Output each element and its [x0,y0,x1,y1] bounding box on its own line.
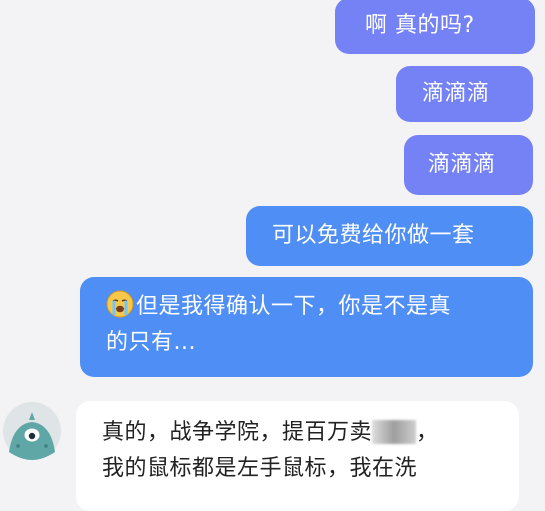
message-text: 滴滴滴 [422,81,490,106]
message-text: 的只有... [106,330,196,355]
message-text: ， [416,420,439,445]
message-bubble-outgoing[interactable]: 啊 真的吗? [335,0,535,54]
message-line: 真的，战争学院，提百万卖 ， [102,415,501,451]
message-bubble-outgoing[interactable]: 可以免费给你做一套 [246,206,533,266]
teal-monster-avatar-icon[interactable] [3,402,61,460]
message-bubble-outgoing[interactable]: 滴滴滴 [404,135,533,195]
message-bubble-incoming[interactable]: 真的，战争学院，提百万卖 ， 我的鼠标都是左手鼠标，我在洗 [76,401,519,511]
chat-area: 啊 真的吗? 滴滴滴 滴滴滴 可以免费给你做一套 但是我得确认一下，你是不是真 … [0,0,545,511]
message-line: 我的鼠标都是左手鼠标，我在洗 [102,451,501,487]
message-bubble-outgoing[interactable]: 但是我得确认一下，你是不是真 的只有... [80,277,533,377]
message-text: 啊 真的吗? [365,13,475,38]
message-text: 但是我得确认一下，你是不是真 [136,294,452,319]
crying-face-icon [106,290,134,318]
message-line: 的只有... [106,325,515,361]
message-bubble-outgoing[interactable]: 滴滴滴 [396,66,533,122]
censor-blur-icon [372,420,417,444]
message-line: 但是我得确认一下，你是不是真 [106,289,515,325]
message-text: 滴滴滴 [428,152,496,177]
message-text: 可以免费给你做一套 [272,223,475,248]
message-text: 真的，战争学院，提百万卖 [102,420,373,445]
message-text: 我的鼠标都是左手鼠标，我在洗 [102,456,418,481]
